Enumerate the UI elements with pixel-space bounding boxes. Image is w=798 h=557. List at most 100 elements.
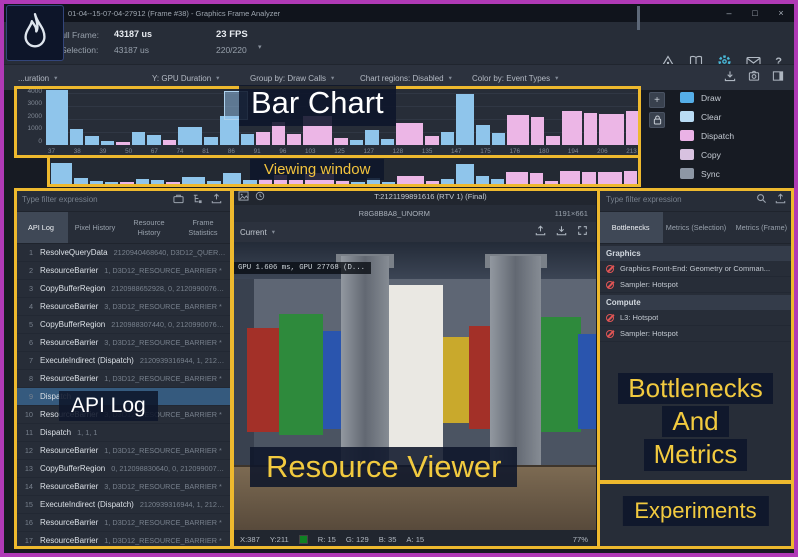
zoom-in-button[interactable]: + — [649, 92, 665, 108]
chevron-down-icon[interactable]: ▾ — [258, 43, 262, 51]
chart-bar[interactable] — [562, 111, 582, 145]
snapshot-icon[interactable] — [748, 69, 760, 87]
api-call-name: ResourceBarrier — [40, 536, 98, 545]
api-log-row[interactable]: 7ExecuteIndirect (Dispatch)2120939316944… — [14, 352, 230, 370]
api-log-row[interactable]: 14ResourceBarrier3, D3D12_RESOURCE_BARRI… — [14, 478, 230, 496]
chart-bar[interactable] — [599, 114, 623, 146]
api-log-row[interactable]: 6ResourceBarrier3, D3D12_RESOURCE_BARRIE… — [14, 334, 230, 352]
chart-bar[interactable] — [220, 116, 239, 145]
chart-bar[interactable] — [365, 130, 379, 145]
tab-metrics-frame[interactable]: Metrics (Frame) — [729, 212, 794, 243]
fullscreen-icon[interactable] — [577, 223, 588, 241]
chart-bar[interactable] — [85, 136, 99, 145]
bottleneck-item[interactable]: Sampler: Hotspot — [598, 326, 794, 342]
api-log-row[interactable]: 15ExecuteIndirect (Dispatch)212093931694… — [14, 496, 230, 514]
api-log-row[interactable]: 13CopyBufferRegion0, 212098830640, 0, 21… — [14, 460, 230, 478]
chart-bar[interactable] — [70, 129, 84, 145]
api-log-row[interactable]: 8ResourceBarrier1, D3D12_RESOURCE_BARRIE… — [14, 370, 230, 388]
chart-bar[interactable] — [492, 133, 506, 145]
download-icon[interactable] — [724, 69, 736, 87]
api-log-row[interactable]: 12ResourceBarrier1, D3D12_RESOURCE_BARRI… — [14, 442, 230, 460]
chart-bar[interactable] — [287, 134, 301, 145]
chart-bar[interactable] — [46, 90, 68, 145]
chart-bar[interactable] — [381, 139, 395, 145]
api-log-row[interactable]: 2ResourceBarrier1, D3D12_RESOURCE_BARRIE… — [14, 262, 230, 280]
tree-view-icon[interactable] — [192, 191, 203, 209]
tab-bottlenecks[interactable]: Bottlenecks — [598, 212, 663, 243]
chart-bar[interactable] — [584, 113, 598, 145]
chart-bar[interactable] — [178, 127, 202, 145]
legend-item-draw[interactable]: Draw — [680, 92, 790, 103]
x-tick-label: 213 — [626, 148, 637, 155]
api-log-row[interactable]: 11Dispatch1, 1, 1 — [14, 424, 230, 442]
strip-handle-right[interactable] — [637, 6, 640, 30]
download-icon[interactable] — [556, 223, 567, 241]
legend-label: Draw — [701, 93, 721, 103]
tab-api-log[interactable]: API Log — [14, 212, 68, 243]
api-log-row[interactable]: 5CopyBufferRegion2120988307440, 0, 21209… — [14, 316, 230, 334]
clock-icon[interactable] — [255, 188, 265, 206]
chart-bar[interactable] — [334, 138, 348, 145]
bottleneck-item[interactable]: L3: Hotspot — [598, 310, 794, 326]
tab-resource-history[interactable]: Resource History — [122, 212, 176, 243]
panel-toggle-icon[interactable] — [772, 69, 784, 87]
api-filter-input[interactable] — [22, 195, 165, 204]
briefcase-icon[interactable] — [173, 191, 184, 209]
lock-button[interactable] — [649, 112, 665, 128]
window-title: 01-04--15-07-04-27912 (Frame #38) - Grap… — [68, 9, 280, 18]
minimize-button[interactable]: – — [716, 4, 742, 22]
api-call-name: ResourceBarrier — [40, 338, 98, 347]
chart-bar[interactable] — [241, 134, 255, 145]
chart-bar[interactable] — [425, 136, 439, 145]
chart-bar[interactable] — [272, 122, 286, 145]
chart-bar[interactable] — [163, 140, 177, 145]
api-log-row[interactable]: 16ResourceBarrier1, D3D12_RESOURCE_BARRI… — [14, 514, 230, 532]
tab-frame-statistics[interactable]: Frame Statistics — [176, 212, 230, 243]
experiments-panel[interactable] — [598, 482, 794, 549]
api-log-row[interactable]: 4ResourceBarrier3, D3D12_RESOURCE_BARRIE… — [14, 298, 230, 316]
legend-item-copy[interactable]: Copy — [680, 149, 790, 160]
chart-bar[interactable] — [476, 125, 490, 145]
api-log-row[interactable]: 10ResourceBarrier3, D3D12_RESOURCE_BARRI… — [14, 406, 230, 424]
chart-bar[interactable] — [101, 141, 115, 145]
legend-item-dispatch[interactable]: Dispatch — [680, 130, 790, 141]
api-log-row[interactable]: 1ResolveQueryData2120940468640, D3D12_QU… — [14, 244, 230, 262]
chart-bar[interactable] — [626, 111, 640, 145]
tab-metrics-selection[interactable]: Metrics (Selection) — [663, 212, 728, 243]
chart-bar[interactable] — [256, 132, 270, 145]
tab-pixel-history[interactable]: Pixel History — [68, 212, 122, 243]
viewing-window-strip[interactable] — [47, 158, 641, 186]
chart-bars[interactable] — [46, 89, 639, 145]
chart-bar[interactable] — [303, 116, 333, 145]
legend-item-clear[interactable]: Clear — [680, 111, 790, 122]
pixel-color-swatch — [299, 535, 308, 544]
chart-selection[interactable] — [224, 91, 248, 120]
bottleneck-item[interactable]: Sampler: Hotspot — [598, 277, 794, 293]
export-icon[interactable] — [211, 191, 222, 209]
legend-item-sync[interactable]: Sync — [680, 168, 790, 179]
search-icon[interactable] — [756, 191, 767, 209]
framebuffer-image[interactable]: GPU 1.606 ms, GPU 27768 (D... — [232, 242, 596, 530]
bottleneck-item[interactable]: Graphics Front-End: Geometry or Comman..… — [598, 261, 794, 277]
chart-bar[interactable] — [204, 137, 218, 145]
maximize-button[interactable]: □ — [742, 4, 768, 22]
chart-bar[interactable] — [456, 94, 474, 145]
api-log-row[interactable]: 9Dispatch — [14, 388, 230, 406]
chart-bar[interactable] — [147, 135, 161, 145]
chart-bar[interactable] — [116, 142, 130, 145]
chart-bar[interactable] — [531, 117, 545, 145]
chart-bar[interactable] — [441, 132, 455, 145]
api-log-row[interactable]: 17ResourceBarrier1, D3D12_RESOURCE_BARRI… — [14, 532, 230, 549]
close-button[interactable]: × — [768, 4, 794, 22]
chart-bar[interactable] — [132, 132, 146, 145]
chart-bar[interactable] — [507, 115, 529, 145]
view-mode-dropdown[interactable]: Current ▾ — [240, 228, 275, 237]
metrics-filter-input[interactable] — [606, 195, 748, 204]
export-icon[interactable] — [775, 191, 786, 209]
chart-bar[interactable] — [546, 136, 560, 145]
x-axis-dropdown-label: ...uration — [18, 74, 49, 83]
export-icon[interactable] — [535, 223, 546, 241]
chart-bar[interactable] — [396, 123, 423, 145]
chart-bar[interactable] — [350, 140, 364, 145]
api-log-row[interactable]: 3CopyBufferRegion2120988652928, 0, 21209… — [14, 280, 230, 298]
